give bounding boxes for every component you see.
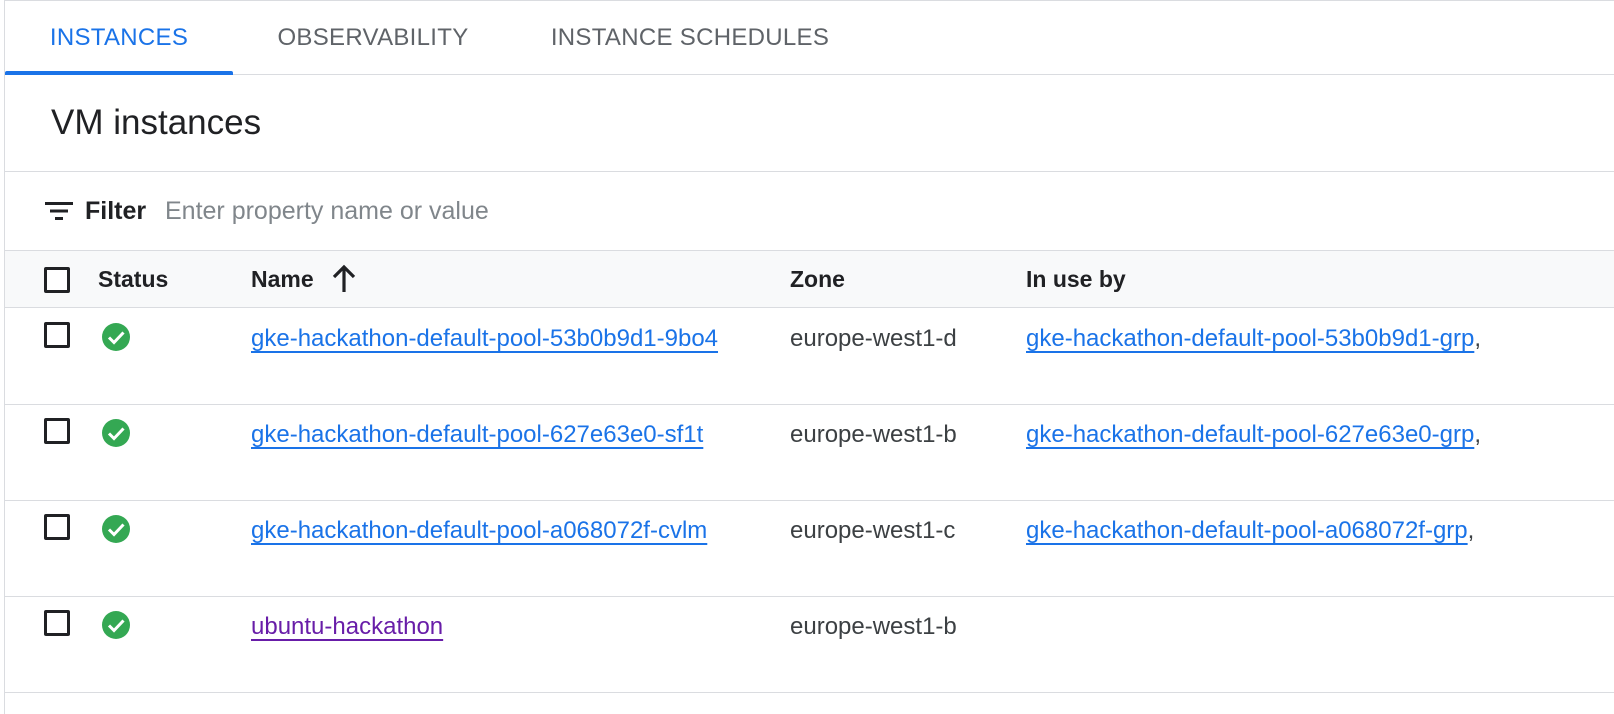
column-header-zone[interactable]: Zone bbox=[790, 266, 845, 293]
select-all-checkbox[interactable] bbox=[44, 267, 70, 293]
separator: , bbox=[1467, 517, 1475, 544]
table-row: gke-hackathon-default-pool-627e63e0-sf1t… bbox=[5, 404, 1614, 501]
instance-name-link[interactable]: gke-hackathon-default-pool-53b0b9d1-9bo4 bbox=[251, 319, 721, 358]
table-row: gke-hackathon-default-pool-53b0b9d1-9bo4… bbox=[5, 308, 1614, 405]
page-title: VM instances bbox=[51, 103, 262, 142]
title-section: VM instances bbox=[5, 75, 1614, 172]
tab-instances[interactable]: INSTANCES bbox=[5, 1, 233, 75]
zone-cell: europe-west1-b bbox=[790, 421, 957, 448]
in-use-by-cell: gke-hackathon-default-pool-53b0b9d1-grp, bbox=[1026, 319, 1481, 358]
row-checkbox[interactable] bbox=[44, 610, 70, 636]
tab-bar: INSTANCES OBSERVABILITY INSTANCE SCHEDUL… bbox=[5, 1, 1614, 75]
row-checkbox[interactable] bbox=[44, 322, 70, 348]
table-header: Status Name Zone In use by bbox=[5, 251, 1614, 308]
instance-group-link[interactable]: gke-hackathon-default-pool-a068072f-grp bbox=[1026, 517, 1468, 544]
zone-cell: europe-west1-d bbox=[790, 325, 957, 352]
column-header-status[interactable]: Status bbox=[98, 266, 168, 293]
filter-list-icon[interactable] bbox=[45, 199, 73, 223]
in-use-by-cell: gke-hackathon-default-pool-627e63e0-grp, bbox=[1026, 415, 1481, 454]
tab-instances-label: INSTANCES bbox=[49, 24, 189, 51]
column-header-in-use-by[interactable]: In use by bbox=[1026, 266, 1126, 293]
instance-name-link[interactable]: ubuntu-hackathon bbox=[251, 607, 721, 646]
zone-cell: europe-west1-c bbox=[790, 517, 956, 544]
filter-bar: Filter bbox=[5, 172, 1614, 251]
column-header-name[interactable]: Name bbox=[251, 266, 314, 293]
row-checkbox[interactable] bbox=[44, 514, 70, 540]
check-circle-icon bbox=[102, 419, 130, 447]
separator: , bbox=[1474, 325, 1481, 352]
table-row: gke-hackathon-default-pool-a068072f-cvlm… bbox=[5, 500, 1614, 597]
tab-observability-label: OBSERVABILITY bbox=[277, 24, 469, 51]
filter-label: Filter bbox=[85, 197, 147, 225]
instance-name-link[interactable]: gke-hackathon-default-pool-a068072f-cvlm bbox=[251, 511, 721, 550]
instance-name-link[interactable]: gke-hackathon-default-pool-627e63e0-sf1t bbox=[251, 415, 721, 454]
tab-instance-schedules-label: INSTANCE SCHEDULES bbox=[550, 24, 830, 51]
check-circle-icon bbox=[102, 611, 130, 639]
instance-group-link[interactable]: gke-hackathon-default-pool-53b0b9d1-grp bbox=[1026, 325, 1474, 352]
zone-cell: europe-west1-b bbox=[790, 613, 957, 640]
row-checkbox[interactable] bbox=[44, 418, 70, 444]
check-circle-icon bbox=[102, 323, 130, 351]
table-row: ubuntu-hackathon europe-west1-b bbox=[5, 596, 1614, 693]
tab-observability[interactable]: OBSERVABILITY bbox=[263, 1, 483, 74]
instance-group-link[interactable]: gke-hackathon-default-pool-627e63e0-grp bbox=[1026, 421, 1474, 448]
separator: , bbox=[1474, 421, 1481, 448]
filter-input[interactable] bbox=[165, 192, 965, 230]
check-circle-icon bbox=[102, 515, 130, 543]
in-use-by-cell: gke-hackathon-default-pool-a068072f-grp, bbox=[1026, 511, 1474, 550]
tab-instance-schedules[interactable]: INSTANCE SCHEDULES bbox=[540, 1, 840, 74]
arrow-upward-icon[interactable] bbox=[330, 264, 358, 294]
vm-instances-panel: INSTANCES OBSERVABILITY INSTANCE SCHEDUL… bbox=[4, 0, 1614, 714]
